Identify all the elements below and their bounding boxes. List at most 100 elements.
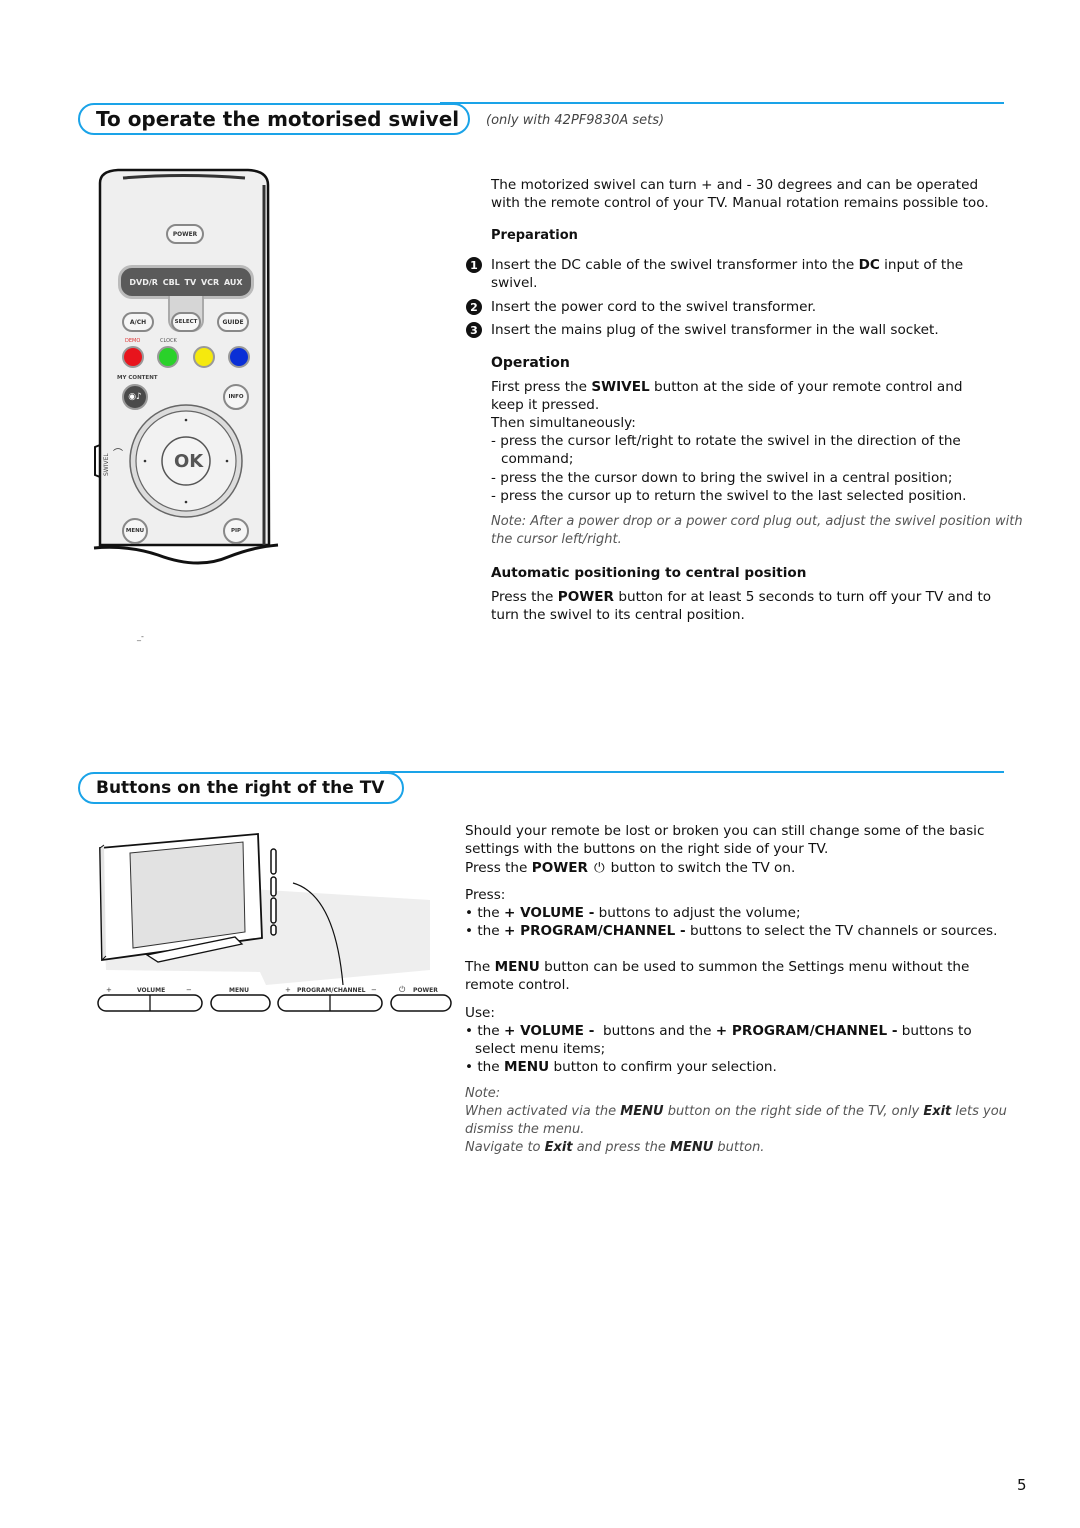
operation-note-line2: the cursor left/right. [491,532,622,547]
remote-source-cbl: CBL [162,277,180,287]
buttons-note-line3: Navigate to Exit and press the MENU butt… [465,1139,764,1158]
remote-my-content-label: MY CONTENT [117,375,158,381]
text-span: Press the [465,860,532,876]
operation-bullet-1-line1: - press the cursor left/right to rotate … [491,433,961,449]
use-bullet-2: • the MENU button to confirm your select… [465,1058,777,1076]
remote-ok-label: OK [174,451,204,472]
remote-source-vcr: VCR [200,277,220,287]
prep-step-1-line1: Insert the DC cable of the swivel transf… [491,256,963,274]
remote-select-label: SELECT [174,319,198,325]
bold-span: Exit [923,1104,952,1119]
stray-mark: _- [137,632,144,641]
buttons-note-line2: dismiss the menu. [465,1122,585,1137]
step-number-1: 1 [466,257,482,273]
swivel-intro-line1: The motorized swivel can turn + and - 30… [491,177,979,193]
section-title-buttons-right: Buttons on the right of the TV [78,772,404,804]
remote-ach-button: A/CH [122,312,154,332]
section-title-motorised-swivel: To operate the motorised swivel [78,103,470,135]
operation-p1-line2: keep it pressed. [491,397,600,413]
text-span: input of the [879,257,964,273]
text-span: First press the [491,379,592,395]
remote-info-label: INFO [228,394,244,400]
prep-step-1-line2: swivel. [491,275,538,291]
buttons-intro-line2: settings with the buttons on the right s… [465,841,829,857]
text-span: • the [465,923,504,939]
text-span: button at the side of your remote contro… [649,379,963,395]
text-span: buttons to select the TV channels or sou… [685,923,998,939]
cursor-down-dot [184,500,188,504]
remote-menu-label: MENU [125,528,145,534]
tv-program-minus-label: − [371,986,377,994]
step-number-2: 2 [466,299,482,315]
remote-ach-label: A/CH [129,318,147,326]
bold-span: DC [858,257,880,273]
remote-menu-button: MENU [122,518,148,544]
buttons-intro-line3: Press the POWER ⏻ button to switch the T… [465,859,795,877]
text-span: Insert the DC cable of the swivel transf… [491,257,859,273]
use-bullet-1-line2: select menu items; [475,1041,606,1057]
tv-menu-label: MENU [229,987,249,994]
press-bullet-1: • the + VOLUME - buttons to adjust the v… [465,904,801,922]
operation-note-line1: Note: After a power drop or a power cord… [491,514,1023,529]
bold-span: POWER [531,860,589,876]
use-bullet-1-line1: • the + VOLUME - buttons and the + PROGR… [465,1022,972,1040]
operation-heading: Operation [491,355,570,371]
remote-source-bar: DVD/R CBL TV VCR AUX [118,265,254,299]
text-span: buttons and the [594,1023,716,1039]
bold-span: MENU [620,1104,664,1119]
text-span: Press the [491,589,558,605]
text-span: button on the right side of the TV, only [663,1104,924,1119]
remote-source-dvdr: DVD/R [129,277,158,287]
power-symbol-icon: ⏻ [593,860,605,876]
menu-paragraph-line2: remote control. [465,977,570,993]
text-span: • the [465,1059,504,1075]
tv-volume-plus-label: + [106,986,112,994]
remote-green-key [157,346,179,368]
auto-positioning-line2: turn the swivel to its central position. [491,607,745,623]
tv-program-plus-label: + [285,986,291,994]
operation-p1-line1: First press the SWIVEL button at the sid… [491,378,962,396]
remote-blue-key [228,346,250,368]
section-header-rule [440,102,1004,104]
power-button-pill [390,994,452,1012]
remote-demo-label: DEMO [125,338,141,344]
remote-pip-button: PIP [223,518,249,544]
remote-power-button: POWER [166,224,204,244]
text-span: button to confirm your selection. [549,1059,777,1075]
section-title-text: Buttons on the right of the TV [96,778,385,798]
tv-program-label: PROGRAM/CHANNEL [297,987,366,994]
text-span: The [465,959,495,975]
cursor-left-dot [143,459,147,463]
remote-select-button: SELECT [171,312,201,332]
operation-p2: Then simultaneously: [491,415,636,431]
preparation-heading: Preparation [491,228,578,243]
prep-step-2: Insert the power cord to the swivel tran… [491,299,817,315]
use-label: Use: [465,1005,495,1021]
section-header-rule [380,771,1004,773]
text-span: button to switch the TV on. [606,860,796,876]
operation-bullet-2: - press the the cursor down to bring the… [491,470,953,486]
text-span: • the [465,905,504,921]
remote-pip-label: PIP [230,528,242,534]
bold-span: MENU [494,959,540,975]
tv-volume-minus-label: − [186,986,192,994]
bold-span: + VOLUME - [503,905,595,921]
tv-power-label: POWER [413,987,438,994]
menu-paragraph-line1: The MENU button can be used to summon th… [465,958,969,976]
swivel-arc-icon: ⌒ [113,449,123,460]
section-subtitle: (only with 42PF9830A sets) [486,113,665,128]
menu-button-pill [210,994,271,1012]
operation-bullet-1-line2: command; [501,451,574,467]
press-bullet-2: • the + PROGRAM/CHANNEL - buttons to sel… [465,922,997,940]
buttons-intro-line1: Should your remote be lost or broken you… [465,823,985,839]
section-title-text: To operate the motorised swivel [96,107,460,131]
bold-span: POWER [557,589,615,605]
auto-positioning-heading: Automatic positioning to central positio… [491,565,807,581]
remote-clock-label: CLOCK [160,338,177,344]
text-span: buttons to adjust the volume; [594,905,801,921]
cursor-up-dot [184,418,188,422]
page-number: 5 [1017,1476,1027,1494]
text-span: When activated via the [465,1104,621,1119]
remote-red-key [122,346,144,368]
text-span: • the [465,1023,504,1039]
